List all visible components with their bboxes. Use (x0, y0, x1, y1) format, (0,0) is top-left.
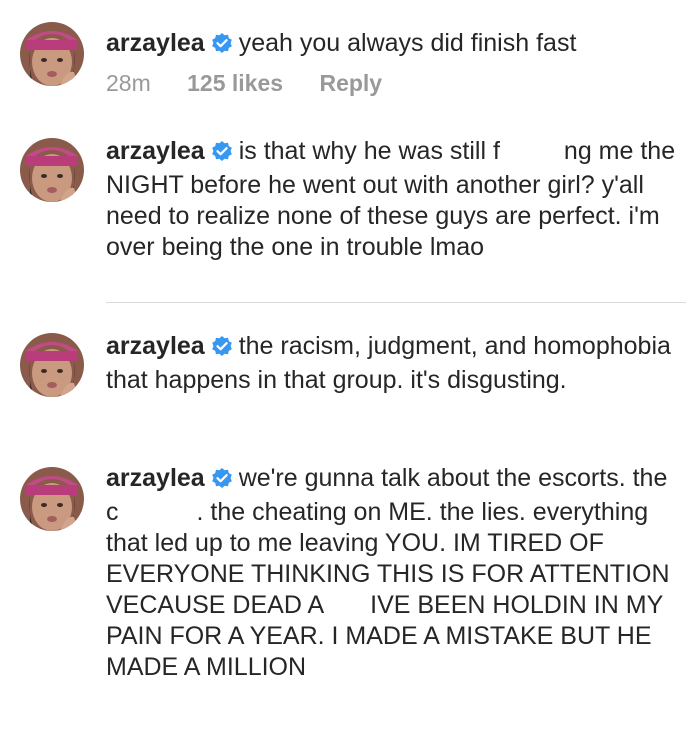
profile-photo (20, 333, 84, 397)
comment-text-part: is that why he was still f (238, 137, 500, 165)
profile-photo (20, 22, 84, 86)
redacted-text (118, 499, 197, 523)
comment-text: yeah you always did finish fast (238, 29, 577, 57)
likes-count[interactable]: 125 likes (187, 70, 283, 96)
username[interactable]: arzaylea (106, 332, 205, 360)
comment-1: arzaylea yeah you always did finish fast … (0, 0, 700, 110)
redacted-text (324, 592, 371, 616)
avatar[interactable] (20, 138, 84, 202)
comment-meta: 28m 125 likes Reply (106, 70, 412, 97)
comment-time: 28m (106, 70, 151, 96)
comment-2: arzaylea is that why he was still f ng me … (0, 110, 700, 305)
username[interactable]: arzaylea (106, 464, 205, 492)
username[interactable]: arzaylea (106, 29, 205, 57)
avatar[interactable] (20, 333, 84, 397)
verified-badge-icon (211, 466, 233, 497)
verified-badge-icon (211, 334, 233, 365)
redacted-text (499, 138, 564, 162)
verified-badge-icon (211, 139, 233, 170)
profile-photo (20, 138, 84, 202)
username[interactable]: arzaylea (106, 137, 205, 165)
avatar[interactable] (20, 22, 84, 86)
avatar[interactable] (20, 467, 84, 531)
divider (106, 302, 686, 303)
comment-3: arzaylea the racism, judgment, and homoph… (0, 305, 700, 445)
comment-4: arzaylea we're gunna talk about the escor… (0, 445, 700, 750)
verified-badge-icon (211, 31, 233, 62)
reply-button[interactable]: Reply (319, 70, 382, 96)
profile-photo (20, 467, 84, 531)
